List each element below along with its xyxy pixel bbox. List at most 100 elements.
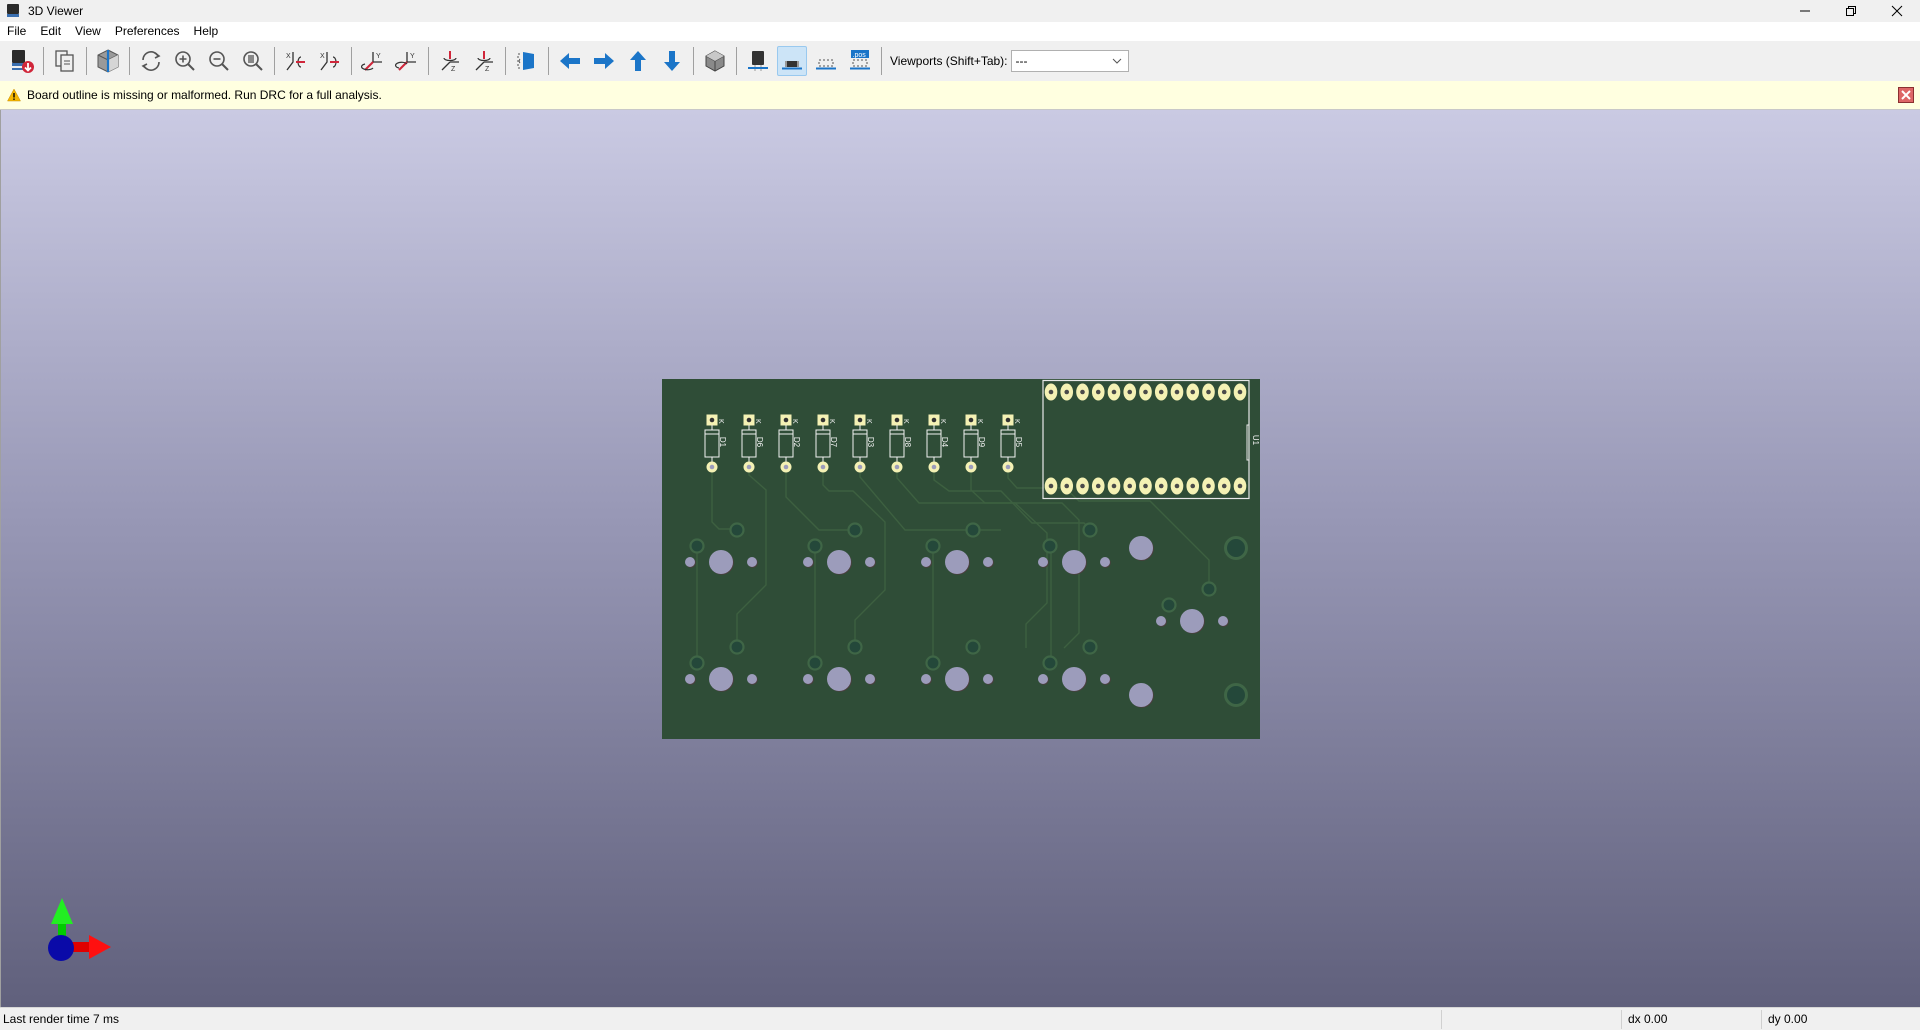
toolbar-separator — [351, 47, 352, 75]
app-icon — [7, 4, 19, 17]
diode-cathode-label: K — [754, 419, 761, 424]
ic-pin-hole — [1158, 483, 1164, 489]
title-bar: 3D Viewer — [0, 0, 1920, 22]
switch-hole — [685, 557, 695, 567]
minimize-button[interactable] — [1782, 0, 1828, 22]
rotate-z-cw-button[interactable]: Z — [435, 46, 465, 76]
via — [925, 655, 941, 671]
export-image-button[interactable] — [7, 46, 37, 76]
show-tht-button[interactable] — [743, 46, 773, 76]
switch-hole — [1129, 683, 1153, 707]
switch-hole — [803, 674, 813, 684]
diode-cathode-label: K — [717, 419, 724, 424]
3d-viewport[interactable]: K D1 K D6 K D2 K D7 K D3 K D8 K D4 K D9 K D5 U1 — [0, 110, 1920, 1007]
diode-cathode-label: K — [1013, 419, 1020, 424]
toolbar-separator — [274, 47, 275, 75]
switch-hole — [983, 557, 993, 567]
x-axis-arrowhead — [89, 935, 111, 959]
window-title: 3D Viewer — [28, 4, 84, 18]
flip-board-button[interactable] — [512, 46, 542, 76]
diode-cathode-label: K — [865, 419, 872, 424]
toolbar-separator — [548, 47, 549, 75]
zoom-in-icon — [175, 51, 195, 71]
zoom-out-button[interactable] — [204, 46, 234, 76]
pan-left-button[interactable] — [555, 46, 585, 76]
z-axis-sphere — [48, 935, 74, 961]
orthographic-button[interactable] — [700, 46, 730, 76]
pan-up-button[interactable] — [623, 46, 653, 76]
switch-hole — [1218, 616, 1228, 626]
menu-help[interactable]: Help — [187, 22, 226, 41]
pan-right-button[interactable] — [589, 46, 619, 76]
raytracing-button[interactable] — [93, 46, 123, 76]
diode-pad-hole — [857, 417, 863, 423]
rotate-y-cw-button[interactable]: Y — [358, 46, 388, 76]
via — [847, 522, 863, 538]
status-divider — [1441, 1010, 1442, 1029]
toolbar-separator — [129, 47, 130, 75]
via — [729, 639, 745, 655]
switch-hole — [1100, 674, 1110, 684]
menu-file[interactable]: File — [0, 22, 33, 41]
via — [965, 522, 981, 538]
reload-button[interactable] — [136, 46, 166, 76]
via — [689, 538, 705, 554]
rotate-x-ccw-button[interactable]: X — [315, 46, 345, 76]
menu-edit[interactable]: Edit — [33, 22, 68, 41]
ic-pin-hole — [1111, 389, 1117, 395]
pan-down-button[interactable] — [657, 46, 687, 76]
pan-up-icon — [630, 51, 646, 71]
info-bar-close-icon[interactable] — [1898, 87, 1914, 103]
toolbar-separator — [736, 47, 737, 75]
svg-text:Z: Z — [485, 66, 490, 73]
viewports-dropdown[interactable]: --- — [1010, 50, 1129, 72]
diode-pad-hole — [857, 464, 863, 470]
switch-hole — [747, 674, 757, 684]
status-divider — [1761, 1010, 1762, 1029]
diode-pad-hole — [894, 417, 900, 423]
diode-pad-hole — [968, 464, 974, 470]
rotate-z-cw-icon: Z — [441, 51, 459, 73]
close-icon — [1891, 5, 1903, 17]
rotate-y-cw-icon: Y — [361, 52, 382, 71]
show-tht-icon — [748, 51, 768, 71]
copy-clipboard-button[interactable] — [50, 46, 80, 76]
ic-pin-hole — [1064, 389, 1070, 395]
maximize-button[interactable] — [1828, 0, 1874, 22]
switch-hole — [827, 667, 851, 691]
switch-hole — [1062, 550, 1086, 574]
diode-pad-hole — [1005, 464, 1011, 470]
ic-pin-hole — [1080, 483, 1085, 489]
rotate-x-cw-icon: X — [286, 52, 305, 71]
zoom-fit-button[interactable] — [238, 46, 268, 76]
via — [1161, 597, 1177, 613]
switch-hole — [865, 674, 875, 684]
switch-hole — [945, 550, 969, 574]
rotate-y-ccw-button[interactable]: Y — [392, 46, 422, 76]
zoom-in-button[interactable] — [170, 46, 200, 76]
ic-pin-hole — [1143, 483, 1148, 489]
diode-pad-hole — [1005, 417, 1011, 423]
y-axis-arrowhead — [51, 898, 73, 924]
rotate-y-ccw-icon: Y — [395, 52, 416, 71]
close-button[interactable] — [1874, 0, 1920, 22]
toolbar-separator — [693, 47, 694, 75]
via — [1082, 522, 1098, 538]
svg-text:Z: Z — [451, 66, 456, 73]
orthographic-icon — [705, 50, 725, 72]
show-smd-button[interactable] — [777, 46, 807, 76]
diode-ref-label: D6 — [755, 437, 764, 448]
show-not-in-posfile-button[interactable]: .pos — [845, 46, 875, 76]
ic-pin-hole — [1221, 389, 1227, 395]
diode-ref-label: D5 — [1014, 437, 1023, 448]
switch-hole — [1180, 609, 1204, 633]
show-virtual-button[interactable] — [811, 46, 841, 76]
menu-preferences[interactable]: Preferences — [108, 22, 187, 41]
diode-pad-hole — [820, 464, 826, 470]
diode-pad-hole — [783, 464, 789, 470]
menu-view[interactable]: View — [68, 22, 108, 41]
axis-gizmo — [48, 898, 111, 961]
warning-icon — [7, 88, 21, 102]
rotate-z-ccw-button[interactable]: Z — [469, 46, 499, 76]
rotate-x-cw-button[interactable]: X — [281, 46, 311, 76]
